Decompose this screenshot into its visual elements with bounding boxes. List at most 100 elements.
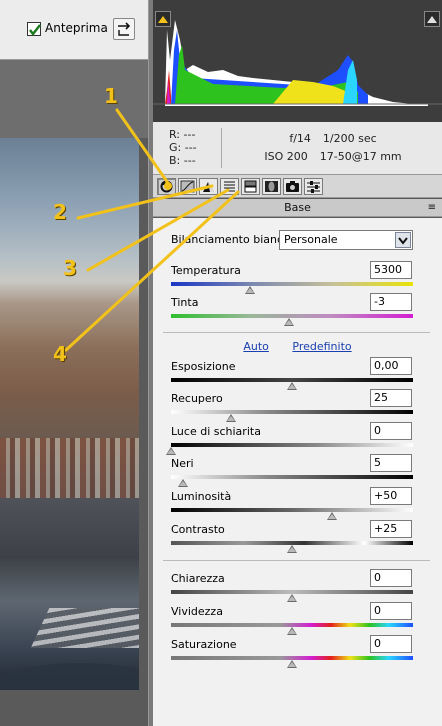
- fill-light-label: Luce di schiarita: [171, 425, 261, 438]
- fill-light-slider-thumb[interactable]: [166, 447, 176, 455]
- tab-tone-curve[interactable]: [178, 178, 197, 195]
- blacks-slider-thumb[interactable]: [178, 479, 188, 487]
- vibrance-slider-thumb[interactable]: [287, 627, 297, 635]
- panel-menu-icon[interactable]: ≡: [428, 199, 436, 217]
- b-value: ---: [183, 154, 196, 167]
- section-divider: [163, 332, 430, 333]
- tab-basic[interactable]: [157, 178, 176, 195]
- g-label: G:: [169, 141, 182, 154]
- clarity-slider-thumb[interactable]: [287, 594, 297, 602]
- recovery-row: Recupero 25: [171, 389, 429, 424]
- vibrance-row: Vividezza 0: [171, 602, 429, 637]
- chevron-down-icon[interactable]: [395, 232, 411, 248]
- brightness-row: Luminosità +50: [171, 487, 429, 522]
- contrast-label: Contrasto: [171, 523, 225, 536]
- callout-4: 4: [53, 342, 67, 366]
- triangle-up-icon: [158, 16, 168, 23]
- tab-presets[interactable]: [304, 178, 323, 195]
- canvas-bottom: [0, 690, 148, 726]
- recovery-track[interactable]: [171, 410, 413, 414]
- exif-readout: f/14 1/200 sec ISO 200 17-50@17 mm: [243, 130, 423, 166]
- photo-preview[interactable]: [0, 138, 139, 690]
- section-divider: [163, 560, 430, 561]
- brightness-track[interactable]: [171, 508, 413, 512]
- r-value: ---: [183, 128, 196, 141]
- fill-light-input[interactable]: 0: [370, 422, 412, 440]
- blacks-label: Neri: [171, 457, 194, 470]
- recovery-label: Recupero: [171, 392, 223, 405]
- tab-lens-corrections[interactable]: [262, 178, 281, 195]
- saturation-slider-thumb[interactable]: [287, 660, 297, 668]
- photo-road: [30, 608, 139, 648]
- fill-light-row: Luce di schiarita 0: [166, 422, 429, 457]
- blacks-row: Neri 5: [171, 454, 429, 489]
- g-value: ---: [184, 141, 197, 154]
- contrast-slider-thumb[interactable]: [287, 545, 297, 553]
- arrow-swap-icon: [118, 22, 131, 36]
- temperature-track[interactable]: [171, 282, 413, 286]
- vibrance-label: Vividezza: [171, 605, 223, 618]
- toggle-fullscreen-button[interactable]: [113, 18, 135, 40]
- shutter-value: 1/200 sec: [322, 132, 377, 145]
- default-link[interactable]: Predefinito: [292, 340, 351, 353]
- preview-toolbar: Anteprima: [0, 0, 148, 60]
- preview-checkbox[interactable]: [27, 22, 41, 36]
- camera-calibration-icon: [286, 181, 299, 192]
- temperature-slider-thumb[interactable]: [245, 286, 255, 294]
- contrast-row: Contrasto +25: [171, 520, 429, 555]
- shadow-clipping-toggle[interactable]: [155, 11, 171, 27]
- tab-camera-calibration[interactable]: [283, 178, 302, 195]
- vibrance-input[interactable]: 0: [370, 602, 412, 620]
- white-balance-label: Bilanciamento bianco:: [171, 233, 294, 246]
- canvas-background: [0, 60, 148, 138]
- contrast-input[interactable]: +25: [370, 520, 412, 538]
- exposure-input[interactable]: 0,00: [370, 357, 412, 375]
- white-balance-value: Personale: [284, 233, 338, 246]
- brightness-slider-thumb[interactable]: [327, 512, 337, 520]
- rgb-readout: R: --- G: --- B: ---: [169, 128, 197, 167]
- tab-hsl[interactable]: [220, 178, 239, 195]
- lens-icon: [265, 181, 278, 192]
- tint-slider-thumb[interactable]: [284, 318, 294, 326]
- presets-icon: [307, 181, 320, 193]
- triangle-up-icon: [427, 16, 437, 23]
- fill-light-track[interactable]: [171, 443, 413, 447]
- tint-input[interactable]: -3: [370, 293, 412, 311]
- exposure-slider-thumb[interactable]: [287, 382, 297, 390]
- auto-link[interactable]: Auto: [243, 340, 269, 353]
- tone-curve-icon: [180, 180, 195, 193]
- highlight-clipping-toggle[interactable]: [424, 11, 440, 27]
- detail-icon: [203, 182, 214, 192]
- lens-value: 17-50@17 mm: [319, 150, 402, 163]
- callout-3: 3: [63, 256, 77, 280]
- blacks-track[interactable]: [171, 475, 413, 479]
- recovery-input[interactable]: 25: [370, 389, 412, 407]
- hsl-icon: [224, 181, 235, 192]
- camera-raw-window: Anteprima R: --- G: --- B: --- f/14 1/20…: [0, 0, 442, 726]
- photo-roofs: [0, 438, 139, 498]
- callout-2: 2: [53, 200, 67, 224]
- exposure-label: Esposizione: [171, 360, 236, 373]
- brightness-input[interactable]: +50: [370, 487, 412, 505]
- white-balance-select[interactable]: Personale: [279, 230, 413, 250]
- info-separator: [221, 128, 222, 168]
- basic-icon: [160, 180, 173, 193]
- tab-split-toning[interactable]: [241, 178, 260, 195]
- blacks-input[interactable]: 5: [370, 454, 412, 472]
- panel-title: Base: [284, 201, 311, 214]
- callout-1: 1: [104, 84, 118, 108]
- split-toning-icon: [244, 180, 257, 193]
- saturation-row: Saturazione 0: [171, 635, 429, 670]
- clarity-label: Chiarezza: [171, 572, 225, 585]
- histogram-graph: [153, 20, 442, 106]
- photo-dome: [0, 663, 139, 690]
- histogram: [153, 0, 442, 122]
- temperature-input[interactable]: 5300: [370, 261, 412, 279]
- panel-header: Base ≡: [153, 199, 442, 217]
- clarity-input[interactable]: 0: [370, 569, 412, 587]
- tab-detail[interactable]: [199, 178, 218, 195]
- recovery-slider-thumb[interactable]: [226, 414, 236, 422]
- saturation-label: Saturazione: [171, 638, 237, 651]
- saturation-input[interactable]: 0: [370, 635, 412, 653]
- tint-label: Tinta: [171, 296, 199, 309]
